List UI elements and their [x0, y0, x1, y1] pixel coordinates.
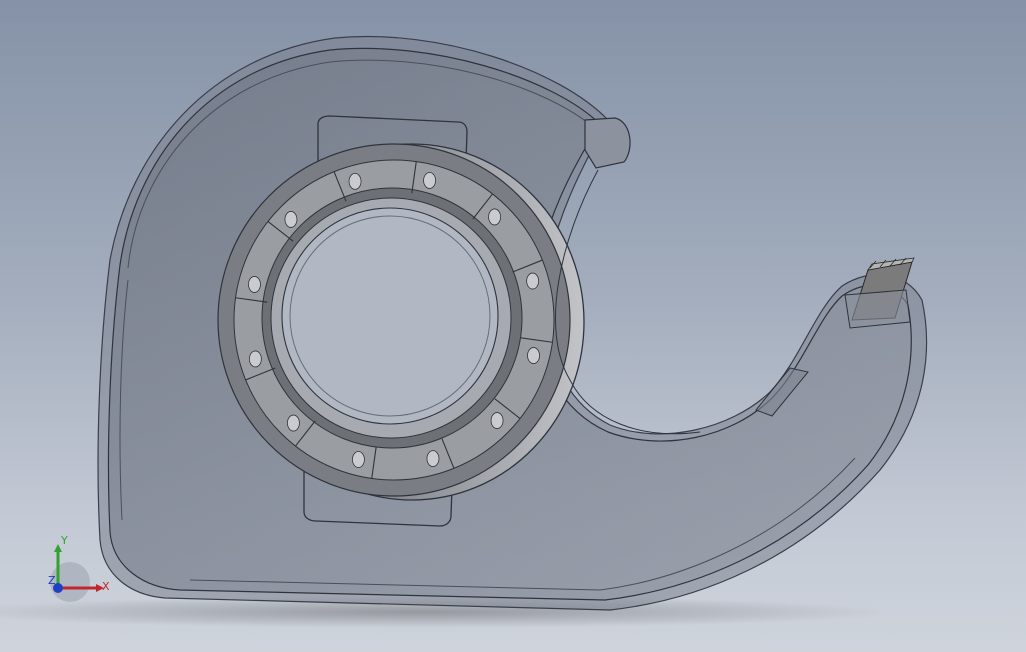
- hub-slot: [527, 347, 540, 364]
- hub-slot: [348, 172, 362, 190]
- hub-slot: [248, 350, 262, 368]
- cutter-lip: [844, 289, 911, 329]
- hub-slot: [490, 412, 504, 429]
- y-axis-label: Y: [60, 534, 68, 547]
- z-axis-label: Z: [48, 574, 56, 587]
- hub-slot: [284, 211, 298, 228]
- tape-hub: [217, 143, 585, 501]
- x-axis-label: X: [102, 580, 110, 593]
- hub-slot: [423, 172, 436, 189]
- hub-slot: [248, 276, 261, 293]
- hub-slot: [526, 272, 540, 290]
- 3d-viewport[interactable]: X Y Z: [0, 0, 1026, 652]
- hub-slot: [426, 450, 440, 468]
- hub-slot: [287, 414, 300, 432]
- hub-opening: [281, 207, 499, 425]
- top-hook-tab: [584, 117, 631, 169]
- hub-slot: [352, 451, 365, 468]
- hub-slot: [488, 208, 501, 226]
- model-canvas[interactable]: X Y Z: [0, 0, 1026, 652]
